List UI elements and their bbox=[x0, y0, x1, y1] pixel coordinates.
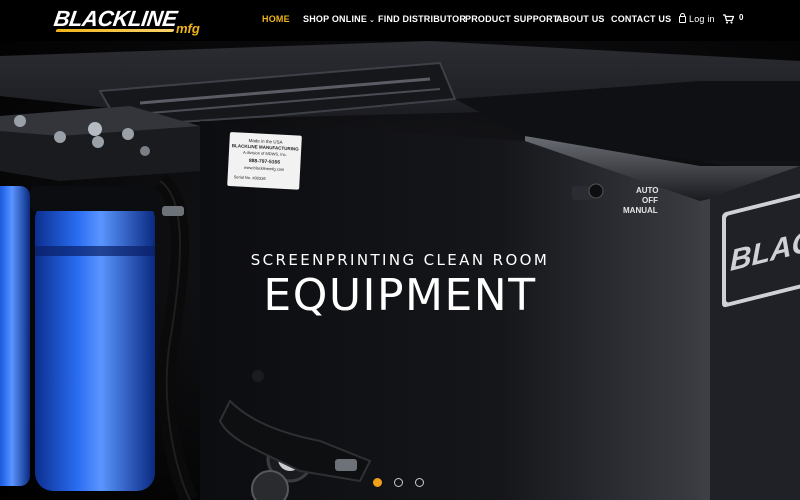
nav-shop-online[interactable]: SHOP ONLINE ⌄ bbox=[303, 14, 375, 24]
cart-count[interactable]: 0 bbox=[739, 13, 743, 22]
site-header: BLACKLINE mfg HOME SHOP ONLINE ⌄ FIND DIS… bbox=[0, 0, 800, 41]
nav-shop-online-label: SHOP ONLINE bbox=[303, 14, 368, 24]
switch-label-off: OFF bbox=[642, 196, 658, 205]
nav-login-label: Log in bbox=[689, 14, 715, 24]
nav-find-distributor[interactable]: FIND DISTRIBUTOR bbox=[378, 14, 466, 24]
nav-product-support[interactable]: PRODUCT SUPPORT bbox=[465, 14, 559, 24]
nav-login[interactable]: Log in bbox=[679, 13, 715, 24]
cart-icon[interactable] bbox=[723, 14, 734, 24]
slider-dots bbox=[371, 478, 431, 490]
slider-dot-1[interactable] bbox=[373, 478, 382, 487]
switch-label-auto: AUTO bbox=[636, 186, 659, 195]
slider-dot-2[interactable] bbox=[394, 478, 403, 487]
nav-about-us[interactable]: ABOUT US bbox=[556, 14, 605, 24]
hero-subtitle: SCREENPRINTING CLEAN ROOM bbox=[250, 251, 550, 269]
nav-home[interactable]: HOME bbox=[262, 14, 290, 24]
hero-title: EQUIPMENT bbox=[263, 270, 537, 321]
chevron-down-icon: ⌄ bbox=[369, 17, 376, 24]
switch-label-manual: MANUAL bbox=[623, 206, 658, 215]
main-nav: HOME SHOP ONLINE ⌄ FIND DISTRIBUTOR PRODU… bbox=[0, 0, 800, 41]
lock-icon bbox=[679, 13, 686, 23]
nav-contact-us[interactable]: CONTACT US bbox=[611, 14, 671, 24]
slider-dot-3[interactable] bbox=[415, 478, 424, 487]
hero-slider: BLACKL AUTO OFF MANUAL Made in the USA B… bbox=[0, 41, 800, 500]
